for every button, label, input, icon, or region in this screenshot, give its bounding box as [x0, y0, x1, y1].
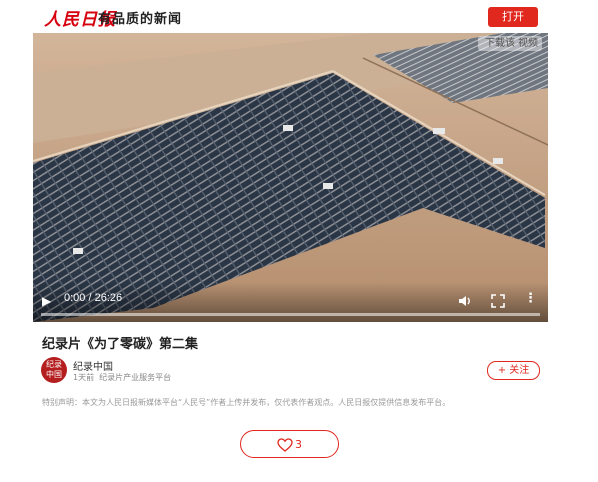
video-time: 0:00 / 26:26 — [64, 292, 122, 304]
fullscreen-icon[interactable] — [491, 293, 505, 312]
time-separator: / — [88, 292, 92, 304]
volume-icon[interactable] — [458, 293, 472, 312]
video-player[interactable]: 下载该 视频 ▶ 0:00 / 26:26 ⋮ — [33, 33, 548, 322]
article-title: 纪录片《为了零碳》第二集 — [42, 337, 199, 352]
download-suffix: 视频 — [518, 38, 538, 49]
author-name[interactable]: 纪录中国 — [73, 358, 113, 373]
heart-icon — [277, 437, 293, 452]
author-avatar[interactable]: 纪录 中国 — [41, 357, 67, 383]
video-frame — [33, 33, 548, 322]
video-controls: ▶ 0:00 / 26:26 ⋮ — [33, 282, 548, 322]
download-label: 下载该 — [485, 38, 515, 49]
download-video-chip[interactable]: 下载该 视频 — [478, 36, 542, 51]
disclaimer-notice: 特别声明：本文为人民日报新媒体平台“人民号”作者上传并发布，仅代表作者观点。人民… — [42, 398, 451, 407]
header-slogan: 有品质的新闻 — [98, 12, 183, 27]
more-options-icon[interactable]: ⋮ — [524, 291, 537, 306]
open-app-button[interactable]: 打开 — [488, 7, 538, 27]
like-count: 3 — [295, 437, 302, 451]
duration: 26:26 — [94, 292, 123, 304]
author-meta: 1天前 纪录片产业服务平台 — [73, 372, 171, 383]
current-time: 0:00 — [64, 292, 86, 304]
play-icon[interactable]: ▶ — [42, 294, 51, 308]
avatar-text-2: 中国 — [46, 370, 62, 379]
author-description: 纪录片产业服务平台 — [99, 373, 172, 382]
progress-bar[interactable] — [41, 313, 540, 316]
publish-time: 1天前 — [73, 373, 95, 382]
top-bar: 人民日报 有品质的新闻 打开 — [0, 0, 598, 32]
follow-button[interactable]: + 关注 — [487, 361, 540, 380]
like-button[interactable]: 3 — [240, 430, 339, 458]
avatar-text-1: 纪录 — [46, 360, 62, 369]
